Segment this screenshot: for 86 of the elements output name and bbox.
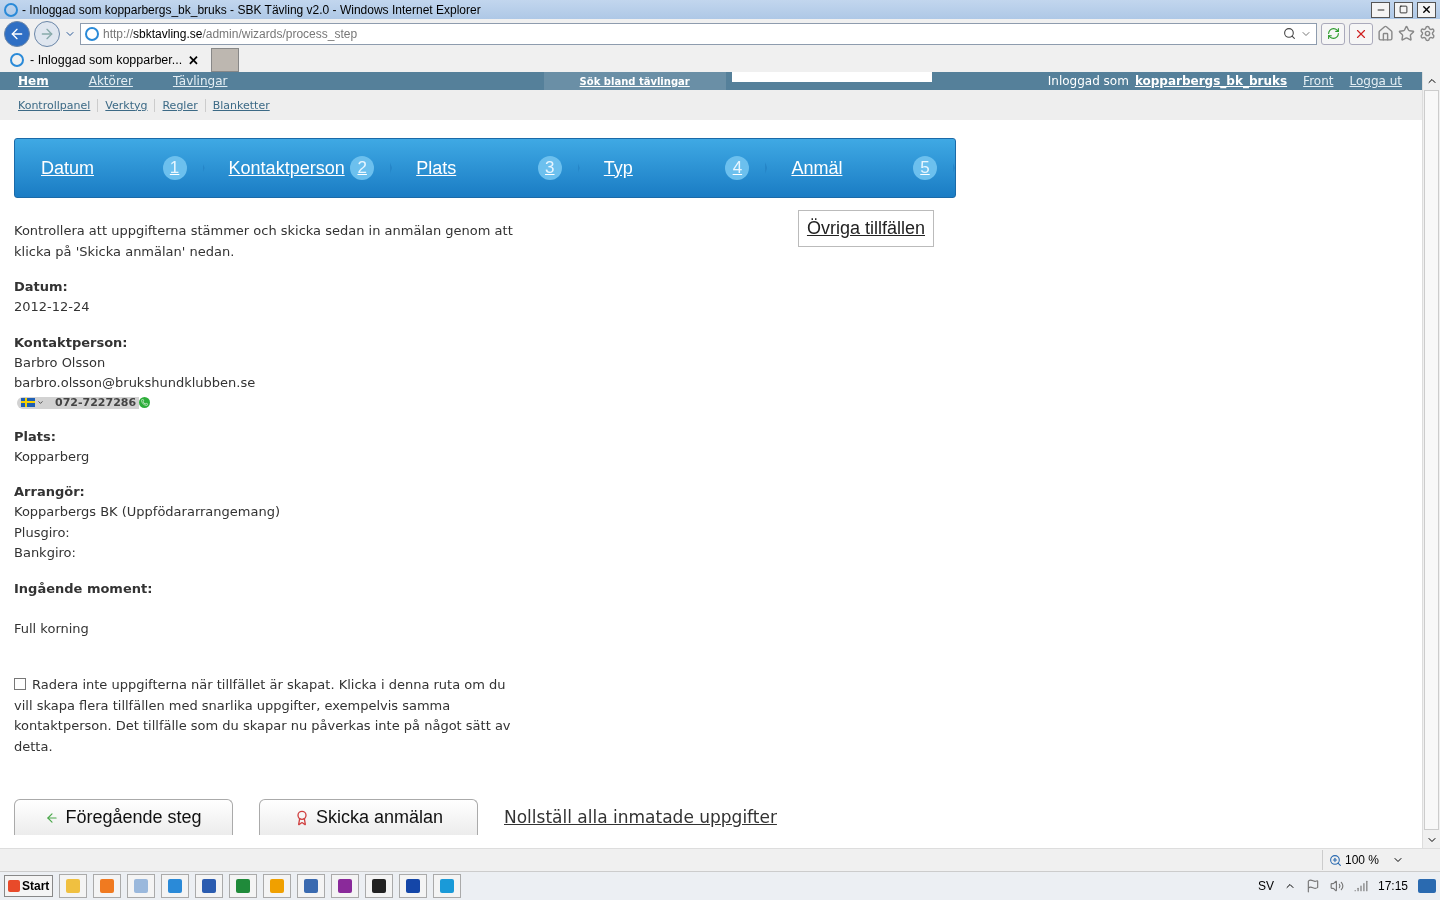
keep-data-checkbox[interactable]: [14, 678, 26, 690]
app-icon: [270, 879, 285, 893]
wizard-step[interactable]: Datum 1: [15, 139, 205, 197]
section-heading: Datum:: [14, 278, 69, 296]
url-text: http://sbktavling.se/admin/wizards/process_step: [103, 26, 358, 41]
detail-text: Kopparbergs BK (Uppfödararrangemang): [14, 503, 281, 521]
nav-link[interactable]: Logga ut: [1349, 74, 1402, 88]
app-icon: [372, 879, 387, 893]
app-icon: [100, 879, 115, 893]
login-label: Inloggad som: [1047, 74, 1129, 88]
minimize-button[interactable]: [1371, 1, 1390, 18]
volume-icon[interactable]: [1329, 879, 1344, 893]
app-icon: [202, 879, 217, 893]
wizard-step[interactable]: Kontaktperson 2: [202, 139, 393, 197]
previous-step-button[interactable]: Föregående steg: [14, 799, 233, 835]
section-heading: Plats:: [14, 427, 57, 446]
zoom-level: 100 %: [1344, 853, 1379, 867]
user-link[interactable]: kopparbergs_bk_bruks: [1134, 74, 1288, 88]
close-icon: [1421, 4, 1432, 15]
close-button[interactable]: [1417, 1, 1436, 18]
detail-text: 2012-12-24: [14, 298, 91, 316]
signal-icon[interactable]: [1353, 879, 1368, 893]
app-icon: [338, 879, 353, 893]
other-occasions-button[interactable]: Övriga tillfällen: [797, 210, 934, 247]
restore-icon: [1399, 5, 1408, 14]
detail-text: Barbro Olsson: [14, 353, 107, 372]
browser-logo-icon: [4, 2, 18, 17]
wizard-step[interactable]: Typ 4: [577, 139, 768, 197]
nav-link[interactable]: Front: [1303, 74, 1334, 88]
address-field[interactable]: http://sbktavling.se/admin/wizards/process_step: [80, 22, 1317, 45]
start-button[interactable]: Start: [4, 875, 54, 897]
flag-icon: [20, 398, 35, 407]
reset-link[interactable]: Nollställ alla inmatade uppgifter: [504, 807, 777, 827]
search-link[interactable]: Sök bland tävlingar: [543, 72, 726, 90]
app-icon: [304, 879, 319, 893]
app-icon: [236, 879, 251, 893]
search-icon[interactable]: [1283, 27, 1296, 40]
detail-text: Kopparberg: [14, 447, 91, 466]
clock[interactable]: 17:15: [1377, 879, 1408, 893]
flag-icon[interactable]: [1305, 879, 1320, 893]
app-icon: [66, 879, 81, 893]
section-heading: Ingående moment:: [14, 579, 154, 598]
restore-button[interactable]: [1394, 1, 1413, 18]
section-heading: Kontaktperson:: [14, 333, 129, 352]
nav-link[interactable]: Tävlingar: [172, 74, 228, 88]
detail-text: barbro.olsson@brukshundklubben.se: [14, 374, 257, 392]
nav-link[interactable]: Hem: [18, 74, 49, 88]
subnav-link[interactable]: Kontrollpanel: [18, 98, 98, 112]
zoom-control[interactable]: 100 %: [1321, 850, 1410, 870]
new-tab-button[interactable]: [211, 48, 240, 72]
language-indicator[interactable]: SV: [1257, 879, 1274, 893]
country-flag-selector[interactable]: [17, 396, 47, 409]
subnav-link[interactable]: Regler: [154, 98, 205, 112]
favorites-icon[interactable]: [1398, 25, 1415, 42]
intro-text: Kontrollera att uppgifterna stämmer och skicka sedan in anmälan genom att klicka på 'Skicka anmälan' nedan.: [14, 222, 514, 261]
forward-button[interactable]: [34, 20, 60, 47]
subnav-link[interactable]: Verktyg: [97, 98, 155, 112]
wizard-step[interactable]: Anmäl 5: [765, 139, 955, 197]
app-icon: [406, 879, 421, 893]
section-heading: Arrangör:: [14, 483, 86, 501]
detail-text: Bankgiro:: [14, 544, 77, 562]
keep-data-text: Radera inte uppgifterna när tillfället är skapat. Klicka i denna ruta om du vill skapa flera tillfällen med snarlika uppgifter, exempelvis samma kontaktperson. Det tillfälle som du skapar nu påverkas inte på något sätt av detta.: [14, 676, 512, 756]
page-icon: [10, 53, 24, 67]
app-icon: [168, 879, 183, 893]
app-icon: [134, 879, 149, 893]
stop-button[interactable]: [1349, 22, 1373, 45]
wizard-step[interactable]: Plats 3: [390, 139, 580, 197]
nav-link[interactable]: Aktörer: [88, 74, 133, 88]
submit-button[interactable]: Skicka anmälan: [259, 799, 478, 835]
page-icon: [85, 26, 99, 41]
zoom-icon: [1328, 853, 1342, 867]
home-icon[interactable]: [1377, 25, 1394, 42]
arrow-left-icon: [45, 810, 60, 825]
search-field[interactable]: [731, 72, 932, 82]
window-title: - Inloggad som kopparbergs_bk_bruks - SBK Tävling v2.0 - Windows Internet Explorer: [22, 2, 482, 17]
refresh-button[interactable]: [1321, 22, 1345, 45]
refresh-icon: [1326, 27, 1340, 40]
back-button[interactable]: [4, 20, 30, 47]
caret-icon: [36, 399, 44, 406]
subnav-link[interactable]: Blanketter: [204, 98, 277, 112]
detail-text: Full korning: [14, 619, 90, 638]
detail-text: Plusgiro:: [14, 523, 71, 542]
phone-number: 072-7227286: [47, 396, 140, 409]
settings-icon[interactable]: [1419, 25, 1436, 42]
app-icon: [440, 879, 455, 893]
vertical-scrollbar[interactable]: [1422, 72, 1440, 848]
